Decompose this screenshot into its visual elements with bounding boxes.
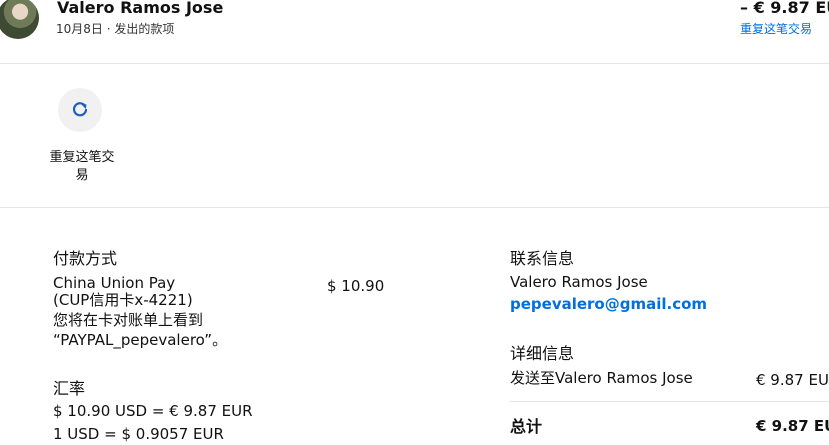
details-heading: 详细信息 bbox=[510, 344, 575, 363]
transaction-amount: – € 9.87 EUR bbox=[740, 0, 829, 17]
payment-method-line: 您将在卡对账单上看到 bbox=[53, 311, 204, 329]
exchange-rate-line: 1 USD = $ 0.9057 EUR bbox=[53, 425, 224, 443]
payment-method-line: (CUP信用卡x-4221) bbox=[53, 291, 193, 309]
total-label: 总计 bbox=[510, 417, 543, 436]
exchange-rate-line: $ 10.90 USD = € 9.87 EUR bbox=[53, 402, 253, 420]
divider bbox=[0, 63, 829, 64]
payment-amount: $ 10.90 bbox=[327, 277, 385, 295]
divider bbox=[510, 401, 829, 402]
exchange-rate-heading: 汇率 bbox=[53, 379, 86, 398]
contact-info-heading: 联系信息 bbox=[510, 249, 575, 268]
total-amount: € 9.87 EUR bbox=[756, 417, 829, 435]
repeat-transaction-label: 重复这笔交易 bbox=[49, 150, 115, 183]
sent-to-amount: € 9.87 EUR bbox=[756, 371, 829, 389]
payment-method-line: “PAYPAL_pepevalero”。 bbox=[53, 331, 228, 349]
payment-method-line: China Union Pay bbox=[53, 274, 176, 292]
avatar bbox=[0, 0, 39, 39]
refresh-icon bbox=[72, 102, 88, 117]
transaction-date-line: 10月8日 · 发出的款项 bbox=[56, 22, 175, 36]
contact-email-link[interactable]: pepevalero@gmail.com bbox=[510, 295, 707, 313]
payment-method-heading: 付款方式 bbox=[53, 249, 118, 268]
counterparty-name: Valero Ramos Jose bbox=[57, 0, 224, 17]
sent-to-label: 发送至Valero Ramos Jose bbox=[510, 369, 693, 387]
repeat-transaction-link[interactable]: 重复这笔交易 bbox=[740, 20, 812, 37]
repeat-transaction-button[interactable] bbox=[58, 88, 102, 132]
contact-name: Valero Ramos Jose bbox=[510, 273, 648, 291]
divider bbox=[0, 207, 829, 208]
